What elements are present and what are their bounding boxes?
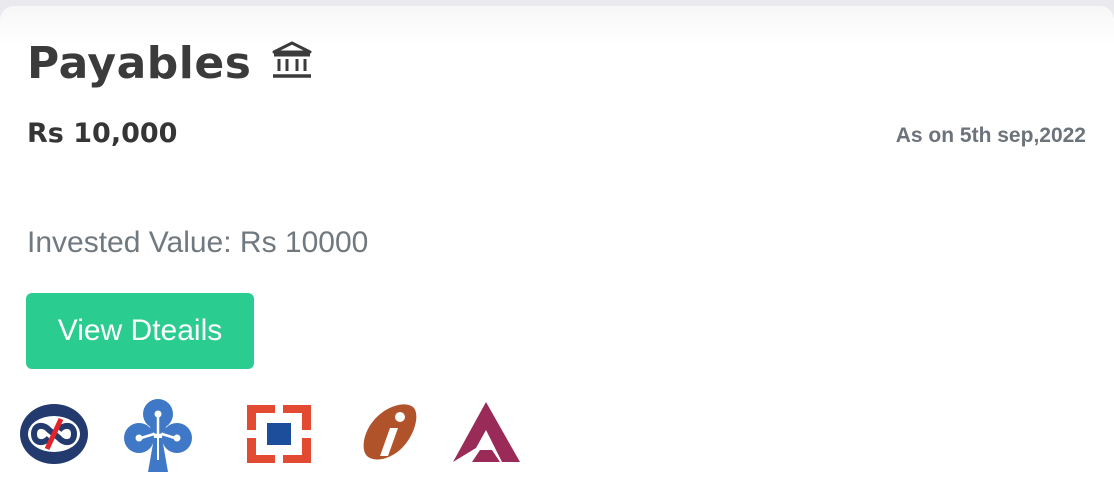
bank-icon	[272, 41, 312, 78]
payable-amount: Rs 10,000	[27, 118, 178, 149]
invested-value: Invested Value: Rs 10000	[27, 226, 369, 259]
bank-logos-row	[0, 390, 560, 480]
view-details-button[interactable]: View Dteails	[26, 293, 254, 369]
as-on-date: As on 5th sep,2022	[895, 124, 1086, 147]
icici-logo-icon	[363, 404, 417, 460]
hdfc-logo-icon	[244, 402, 314, 466]
axis-logo-icon	[453, 402, 520, 462]
sbi-logo-icon	[124, 399, 192, 472]
title-row: Payables	[27, 38, 313, 89]
kotak-logo-icon	[20, 404, 88, 464]
payables-card: Payables Rs 10,000 As on 5th sep,2022 In…	[0, 6, 1114, 502]
card-title: Payables	[27, 38, 252, 89]
